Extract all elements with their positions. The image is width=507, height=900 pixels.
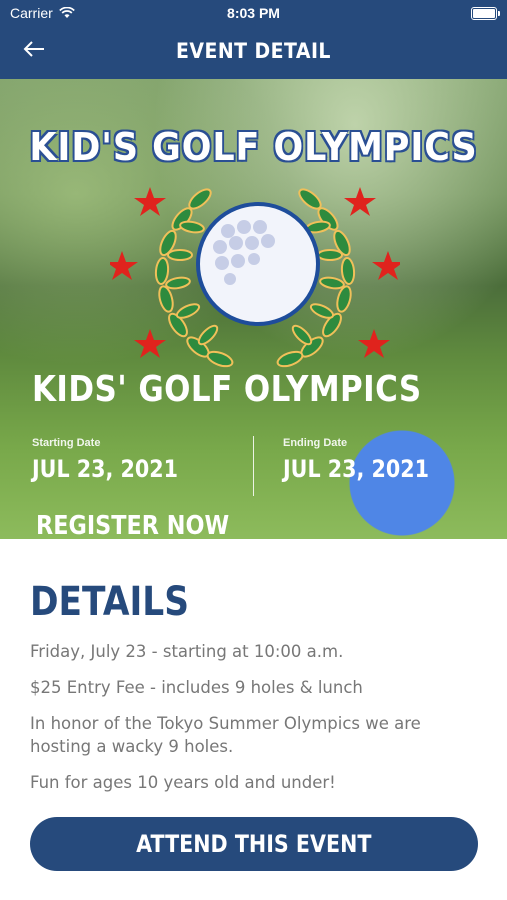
event-logo-title: KID'S GOLF OLYMPICS: [29, 125, 478, 169]
event-title: KIDS' GOLF OLYMPICS: [32, 369, 422, 410]
attend-event-label: ATTEND THIS EVENT: [136, 830, 372, 858]
nav-bar: EVENT DETAIL: [0, 26, 507, 79]
battery-icon: [471, 7, 500, 20]
details-heading: DETAILS: [30, 579, 189, 625]
details-line: Fun for ages 10 years old and under!: [30, 773, 336, 792]
starting-date-label: Starting Date: [32, 437, 101, 449]
golf-ball-emblem-icon: [110, 187, 400, 368]
details-section: DETAILS Friday, July 23 - starting at 10…: [0, 539, 507, 900]
starting-date: Starting Date JUL 23, 2021: [32, 437, 202, 483]
attend-event-button[interactable]: ATTEND THIS EVENT: [30, 817, 478, 871]
starting-date-value: JUL 23, 2021: [32, 455, 178, 483]
details-line: Friday, July 23 - starting at 10:00 a.m.: [30, 642, 344, 661]
ending-date-value: JUL 23, 2021: [283, 455, 429, 483]
date-divider: [253, 436, 254, 496]
ending-date-label: Ending Date: [283, 437, 348, 449]
status-bar: Carrier 8:03 PM: [0, 0, 507, 26]
nav-title: EVENT DETAIL: [176, 39, 331, 63]
ending-date: Ending Date JUL 23, 2021: [283, 437, 453, 483]
details-line: In honor of the Tokyo Summer Olympics we…: [30, 714, 421, 756]
event-hero: KID'S GOLF OLYMPICS KIDS' GOLF OLYMPICS …: [0, 79, 507, 539]
details-line: $25 Entry Fee - includes 9 holes & lunch: [30, 678, 363, 697]
status-time: 8:03 PM: [227, 5, 280, 21]
details-description: Friday, July 23 - starting at 10:00 a.m.…: [30, 640, 480, 807]
register-now-link[interactable]: REGISTER NOW: [36, 511, 229, 539]
